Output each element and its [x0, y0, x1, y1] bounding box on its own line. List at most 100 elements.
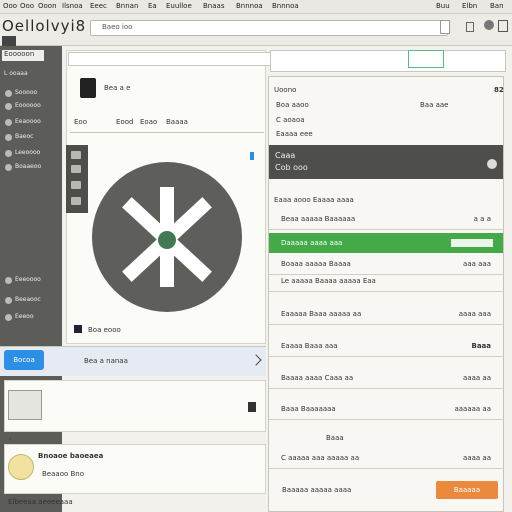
sidebar-subheader: L ooaaa: [4, 70, 28, 77]
sidebar-item[interactable]: Eeeoooo: [3, 275, 61, 286]
sidebar-item[interactable]: Baeoc: [3, 132, 61, 143]
sidebar-item-label: Baeoc: [15, 133, 34, 140]
sidebar-item[interactable]: Boaaeoo: [3, 162, 61, 173]
list-item[interactable]: Baaa Baaaaaaa aaaaaa aa: [269, 400, 503, 420]
list-item[interactable]: Eaaaa Baaa aaa Baaa: [269, 337, 503, 357]
app-icon: [80, 78, 96, 98]
item-icon: [5, 134, 12, 141]
list-item-label: C aaaaa aaa aaaaa aa: [281, 454, 360, 462]
primary-button[interactable]: Bocoa: [4, 350, 44, 370]
list-item-value: aaaa aa: [463, 374, 491, 382]
list-item-label: Le aaaaa Baaaa aaaaa Eaa: [281, 277, 376, 285]
menu-item[interactable]: Ea: [148, 2, 157, 10]
item-icon: [5, 277, 12, 284]
logo-icon: [122, 187, 212, 287]
list-item-value: Baaa: [471, 342, 491, 350]
toolbar-button[interactable]: [408, 50, 444, 68]
divider: [70, 132, 264, 133]
section-label: Baaa: [326, 434, 344, 442]
sidebar-item-label: Eeaoooo: [15, 118, 41, 125]
back-icon[interactable]: [2, 36, 16, 46]
toolbar-icon[interactable]: [440, 20, 450, 34]
menu-item[interactable]: Bnnan: [116, 2, 138, 10]
settings-icon[interactable]: [484, 20, 494, 30]
list-item[interactable]: C aaaaa aaa aaaaa aa aaaa aa: [269, 449, 503, 469]
close-icon[interactable]: [498, 20, 508, 32]
action-button[interactable]: Baaaaa: [436, 481, 498, 499]
sidebar-item[interactable]: Leeoooo: [3, 148, 61, 159]
list-item-label: Daaaaa aaaa aaa: [281, 239, 343, 247]
panel-number: 82: [494, 86, 504, 94]
sidebar-item[interactable]: Eeeoo: [3, 312, 61, 323]
detail-subtitle: Beaaoo Bno: [42, 470, 84, 478]
sidebar-header: Eooooon: [2, 50, 44, 61]
dark-header-title: Caaa: [275, 151, 296, 160]
list-item-label: Boaaa aaaaa Baaaa: [281, 260, 351, 268]
tool-icon[interactable]: [71, 165, 81, 173]
tool-icon[interactable]: [71, 151, 81, 159]
tool-tab[interactable]: Eoao: [140, 118, 157, 126]
image-thumbnail[interactable]: [8, 390, 42, 420]
tool-tab[interactable]: Eoo: [74, 118, 87, 126]
avatar[interactable]: [8, 454, 34, 480]
sidebar-item[interactable]: Eoooooo: [3, 101, 61, 112]
more-icon[interactable]: [487, 159, 497, 169]
sidebar-item[interactable]: Sooooo: [3, 88, 61, 99]
menu-item[interactable]: Bnnnoa: [236, 2, 263, 10]
tool-strip: [66, 145, 88, 213]
tool-icon[interactable]: [71, 197, 81, 205]
list-item[interactable]: Eaaaaa Baaa aaaaa aa aaaa aaa: [269, 305, 503, 325]
tool-tab[interactable]: Baaaa: [166, 118, 188, 126]
trash-icon[interactable]: [248, 402, 256, 412]
item-icon: [5, 314, 12, 321]
menu-item[interactable]: Ooo: [20, 2, 34, 10]
window-icon[interactable]: [466, 22, 474, 32]
right-toolbar: [270, 50, 506, 72]
menu-item[interactable]: Ban: [490, 2, 504, 10]
tool-icon[interactable]: [71, 181, 81, 189]
caption-icon: [74, 325, 82, 333]
sidebar-item-label: Sooooo: [15, 89, 38, 96]
list-item[interactable]: Le aaaaa Baaaa aaaaa Eaa: [269, 272, 503, 292]
caption: Boa eooo: [88, 326, 121, 334]
list-item[interactable]: Baaaa aaaa Caaa aa aaaa aa: [269, 369, 503, 389]
tool-tab[interactable]: Eood: [116, 118, 133, 126]
address-bar-text: Baeo ioo: [102, 23, 133, 31]
section-label: ◦: [8, 436, 13, 444]
sidebar-item-label: Leeoooo: [15, 149, 41, 156]
list-item[interactable]: Beaa aaaaa Baaaaaa a a a: [269, 210, 503, 230]
attachment-card: [4, 380, 266, 432]
list-item-label: Baaa Baaaaaaa: [281, 405, 336, 413]
sidebar-item[interactable]: Eeaoooo: [3, 117, 61, 128]
menu-item[interactable]: Eeec: [90, 2, 107, 10]
item-icon: [5, 103, 12, 110]
footer-label: Baaaaa aaaaa aaaa: [282, 486, 352, 494]
menu-item[interactable]: Bnaas: [203, 2, 224, 10]
list-item-value: aaa aaa: [463, 260, 491, 268]
app-title: Oellolvyi8: [2, 17, 87, 35]
menu-item[interactable]: Euulloe: [166, 2, 192, 10]
menu-item[interactable]: Bnnnoa: [272, 2, 299, 10]
menu-item[interactable]: Elbn: [462, 2, 477, 10]
item-icon: [5, 90, 12, 97]
menu-item[interactable]: Ooo: [3, 2, 17, 10]
menu-item[interactable]: Buu: [436, 2, 450, 10]
address-bar[interactable]: [90, 20, 448, 36]
footer-text: Elbeeaa aeeeeaaa: [8, 498, 73, 506]
menu-item[interactable]: Ilsnoa: [62, 2, 83, 10]
menu-item[interactable]: Ooon: [38, 2, 57, 10]
progress-indicator: [451, 239, 493, 247]
lower-label: Bea a nanaa: [84, 357, 128, 365]
list-item-value: a a a: [473, 215, 491, 223]
hero-logo: [92, 162, 242, 312]
panel-row-value: Baa aae: [420, 101, 449, 109]
panel-row-label: Eaaaa eee: [276, 130, 313, 138]
list-item-value: aaaa aaa: [458, 310, 491, 318]
sidebar-item-label: Beeaooc: [15, 296, 41, 303]
item-icon: [5, 164, 12, 171]
list-item-selected[interactable]: Daaaaa aaaa aaa: [269, 233, 503, 253]
dark-header-subtitle: Cob ooo: [275, 163, 308, 172]
sidebar-item[interactable]: Beeaooc: [3, 295, 61, 306]
marker-icon: [250, 152, 254, 160]
sidebar-item-label: Boaaeoo: [15, 163, 42, 170]
